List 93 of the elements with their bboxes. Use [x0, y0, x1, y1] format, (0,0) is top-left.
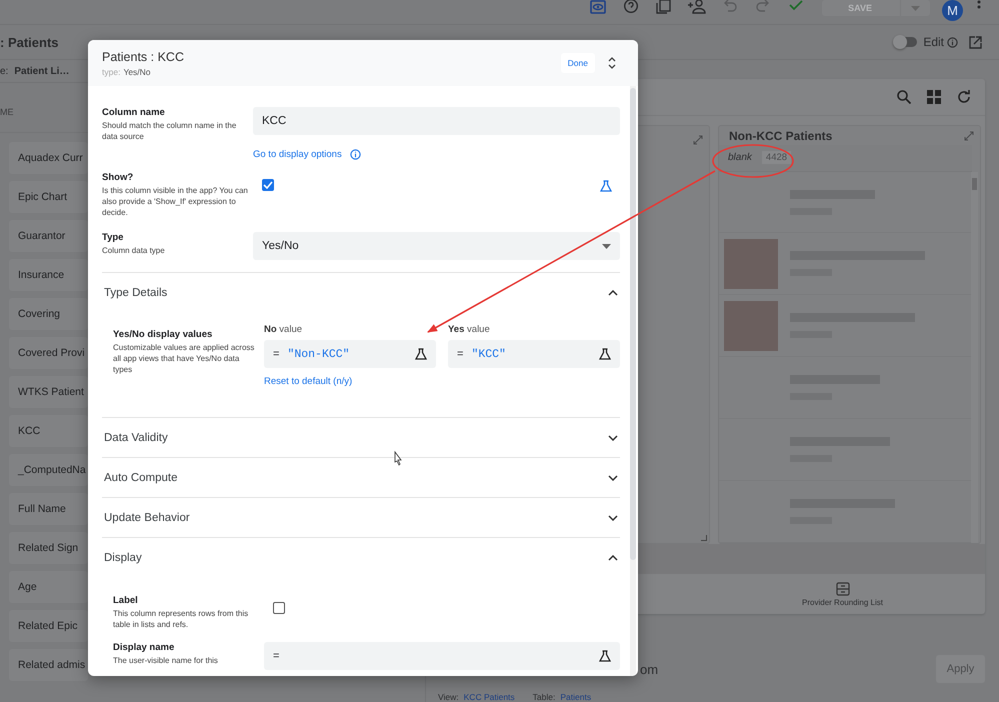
dialog-title: Patients : KCC: [102, 50, 185, 64]
type-value: Yes/No: [123, 66, 151, 76]
section-header[interactable]: Data Validity: [102, 418, 620, 457]
field-help: Should match the column name in the data source: [102, 120, 238, 142]
search-icon[interactable]: [897, 90, 911, 104]
column-item[interactable]: Guarantor: [9, 220, 88, 252]
grid-icon[interactable]: [927, 90, 941, 104]
check-icon[interactable]: [788, 0, 803, 12]
eye-icon[interactable]: [590, 0, 606, 14]
table-label: Table:: [532, 692, 556, 702]
pointer-cursor-icon: [394, 450, 402, 466]
column-item[interactable]: WTKS Patient: [9, 376, 88, 408]
view-title: : Patients: [0, 34, 60, 50]
expand-icon[interactable]: [693, 134, 703, 145]
cabinet-icon[interactable]: [836, 582, 850, 596]
expand-collapse-icon[interactable]: [608, 57, 616, 69]
photo-placeholder: [724, 238, 778, 289]
column-item[interactable]: Covering: [9, 298, 88, 330]
table-selector[interactable]: Patient Li…: [14, 66, 70, 76]
chevron-down-icon[interactable]: [608, 514, 618, 520]
type-dropdown[interactable]: Yes/No: [253, 232, 620, 260]
filter-prefix: e:: [0, 66, 8, 76]
field-help: Column data type: [102, 245, 166, 256]
section-header[interactable]: Type Details: [102, 273, 620, 312]
column-item[interactable]: KCC: [9, 415, 88, 447]
column-item[interactable]: Insurance: [9, 259, 88, 291]
column-name-field[interactable]: KCC: [253, 107, 620, 135]
view-label: View:: [438, 692, 459, 702]
column-item[interactable]: Related admis: [9, 649, 88, 681]
field-label: Column name: [102, 107, 166, 118]
info-icon: [350, 149, 361, 160]
copy-icon[interactable]: [656, 0, 672, 14]
open-external-icon[interactable]: [969, 36, 982, 48]
column-item[interactable]: Aquadex Curr: [9, 142, 88, 174]
field-value[interactable]: om: [640, 662, 658, 676]
expression-field[interactable]: = "Non-KCC": [264, 340, 436, 368]
scrollbar[interactable]: [630, 86, 636, 676]
flask-icon[interactable]: [415, 348, 427, 360]
group-label: blank: [728, 152, 752, 164]
caret-icon: [602, 244, 611, 248]
type-label: type:: [102, 66, 120, 76]
field-help: Is this column visible in the app? You can also provide a 'Show_If' expression to decide.: [102, 185, 249, 218]
column-item[interactable]: _ComputedNa: [9, 454, 88, 486]
field-label: Show?: [102, 172, 134, 183]
apply-button[interactable]: Apply: [936, 655, 985, 683]
field-help: The user-visible name for this: [113, 655, 219, 666]
checkbox[interactable]: [273, 602, 285, 614]
field-label: Label: [113, 595, 139, 606]
chevron-down-icon[interactable]: [608, 434, 618, 440]
photo-placeholder: [724, 300, 778, 351]
refresh-icon[interactable]: [957, 90, 971, 104]
info-icon: [947, 36, 958, 48]
expand-icon[interactable]: [964, 130, 974, 141]
column-item[interactable]: Related Epic: [9, 610, 88, 642]
field-label: Yes/No display values: [113, 329, 214, 340]
column-item[interactable]: Related Sign: [9, 532, 88, 564]
value-caption: Yes value: [448, 324, 491, 335]
column-item[interactable]: Epic Chart: [9, 181, 88, 213]
group-count: 4428: [762, 151, 792, 164]
chevron-up-icon[interactable]: [608, 290, 618, 296]
user-avatar[interactable]: M: [942, 0, 963, 21]
reset-link[interactable]: Reset to default (n/y): [264, 376, 352, 387]
chevron-up-icon[interactable]: [608, 554, 618, 560]
flask-icon[interactable]: [599, 650, 611, 662]
section-header[interactable]: Display: [102, 538, 620, 577]
field-label: Type: [102, 232, 124, 243]
value-caption: No value: [264, 324, 304, 335]
scrollbar[interactable]: [971, 172, 978, 543]
expression-field[interactable]: =: [264, 642, 620, 670]
section-header[interactable]: Update Behavior: [102, 498, 620, 537]
edit-toggle[interactable]: [895, 37, 918, 47]
edit-label: Edit: [923, 35, 944, 49]
view-link[interactable]: KCC Patients: [464, 692, 515, 702]
field-help: This column represents rows from this table in lists and refs.: [113, 608, 250, 630]
chevron-down-icon[interactable]: [608, 474, 618, 480]
expression-field[interactable]: = "KCC": [448, 340, 620, 368]
section-header[interactable]: Auto Compute: [102, 458, 620, 497]
field-label: Display name: [113, 642, 176, 653]
done-button[interactable]: Done: [560, 53, 595, 73]
field-help: Customizable values are applied across all app views that have Yes/No data types: [113, 342, 256, 375]
flask-icon[interactable]: [599, 348, 611, 360]
column-item[interactable]: Covered Provi: [9, 337, 88, 369]
column-header: ME: [0, 107, 14, 117]
nav-tab[interactable]: Provider Rounding List: [700, 574, 985, 614]
column-item[interactable]: Full Name: [9, 493, 88, 525]
table-link[interactable]: Patients: [560, 692, 592, 702]
column-item[interactable]: Age: [9, 571, 88, 603]
display-options-link[interactable]: Go to display options: [253, 149, 342, 160]
caret-icon: [911, 6, 920, 10]
checkbox[interactable]: [262, 179, 274, 191]
panel-title: Non-KCC Patients: [729, 128, 832, 143]
help-icon[interactable]: [622, 0, 639, 14]
add-person-icon[interactable]: [688, 0, 706, 14]
